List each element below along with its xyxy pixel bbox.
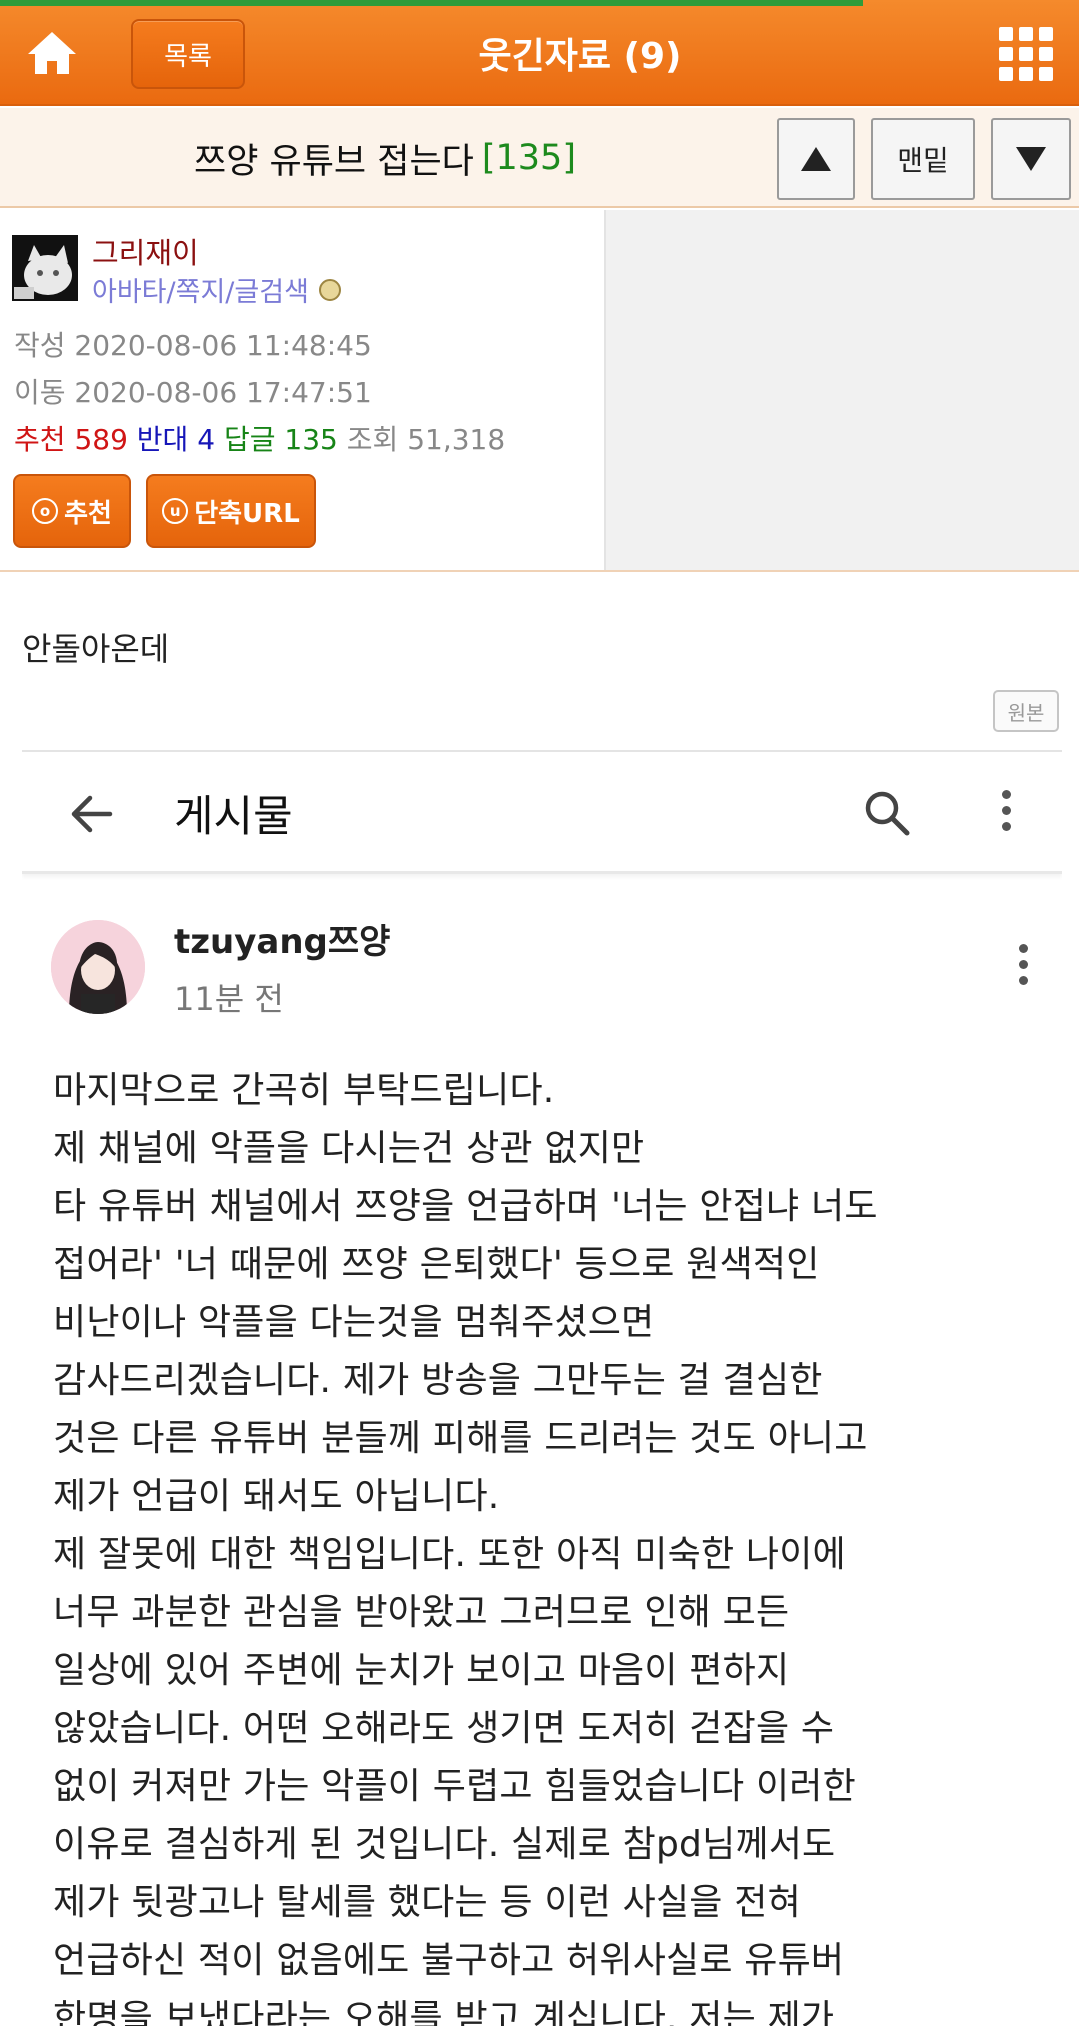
more-vert-icon <box>998 790 1014 836</box>
more-vert-icon <box>1015 944 1031 990</box>
arrow-down-icon <box>1016 147 1046 171</box>
screenshot-bar-title: 게시물 <box>174 792 293 842</box>
author-panel: 그리재이 아바타/쪽지/글검색 작성 2020-08-06 11:48:45 이… <box>0 210 1079 572</box>
read-progress-bar <box>0 0 864 6</box>
post-line: 접어라' '너 때문에 쯔양 은퇴했다' 등으로 원색적인 <box>53 1244 820 1285</box>
recommend-count: 589 <box>74 423 128 456</box>
recommend-button[interactable]: o 추천 <box>13 474 131 548</box>
home-icon[interactable] <box>26 30 78 76</box>
oppose-label: 반대 <box>136 423 189 456</box>
post-line: 제가 뒷광고나 탈세를 했다는 등 이런 사실을 전혀 <box>53 1882 801 1923</box>
post-line: 제 채널에 악플을 다시는건 상관 없지만 <box>53 1128 645 1169</box>
views-label: 조회 <box>346 423 399 456</box>
original-image-button[interactable]: 원본 <box>993 690 1059 732</box>
post-line: 비난이나 악플을 다는것을 멈춰주셨으면 <box>53 1302 655 1343</box>
post-body-text: 안돌아온데 <box>22 630 170 668</box>
channel-name: tzuyang쯔양 <box>174 922 391 962</box>
scroll-down-button[interactable] <box>991 118 1071 200</box>
top-header: 목록 웃긴자료 (9) <box>0 0 1079 106</box>
post-stats: 추천 589 반대 4 답글 135 조회 51,318 <box>14 418 505 458</box>
post-line: 것은 다른 유튜버 분들께 피해를 드리려는 것도 아니고 <box>53 1418 868 1459</box>
recommend-circle-icon: o <box>32 498 59 524</box>
author-links-text[interactable]: 아바타/쪽지/글검색 <box>92 270 309 309</box>
post-line: 않았습니다. 어떤 오해라도 생기면 도저히 걷잡을 수 <box>53 1708 835 1749</box>
post-title: 쯔양 유튜브 접는다 [135] <box>0 108 770 208</box>
url-circle-icon: u <box>162 498 189 524</box>
short-url-button-label: 단축URL <box>194 498 300 529</box>
embedded-screenshot: 게시물 tzuyang쯔양 11분 전 마지막으로 간곡히 부탁드립니다. 제 … <box>22 752 1062 2026</box>
oppose-count: 4 <box>197 423 216 456</box>
recommend-button-label: 추천 <box>64 498 112 529</box>
post-line: 없이 커져만 가는 악플이 두렵고 힘들었습니다 이러한 <box>53 1766 856 1807</box>
post-line: 제가 언급이 돼서도 아닙니다. <box>53 1476 500 1517</box>
grid-menu-icon[interactable] <box>999 27 1053 81</box>
channel-avatar <box>51 920 145 1014</box>
reply-count: [135] <box>481 138 576 178</box>
scroll-bottom-button[interactable]: 맨밑 <box>871 118 975 200</box>
post-line: 제 잘못에 대한 책임입니다. 또한 아직 미숙한 나이에 <box>53 1534 846 1575</box>
written-date: 작성 2020-08-06 11:48:45 <box>14 329 372 362</box>
board-title: 웃긴자료 (9) <box>478 36 682 77</box>
post-line: 일상에 있어 주변에 눈치가 보이고 마음이 편하지 <box>53 1650 790 1691</box>
scroll-up-button[interactable] <box>777 118 855 200</box>
screenshot-app-bar: 게시물 <box>22 752 1062 874</box>
post-title-text: 쯔양 유튜브 접는다 <box>194 141 474 182</box>
short-url-button[interactable]: u 단축URL <box>146 474 316 548</box>
post-time: 11분 전 <box>174 980 284 1018</box>
moved-date: 이동 2020-08-06 17:47:51 <box>14 376 372 409</box>
arrow-up-icon <box>801 147 831 171</box>
community-post-text: 마지막으로 간곡히 부탁드립니다. 제 채널에 악플을 다시는건 상관 없지만 … <box>53 1062 1053 2026</box>
post-line: 너무 과분한 관심을 받아왔고 그러므로 인해 모든 <box>53 1592 790 1633</box>
post-title-bar: 쯔양 유튜브 접는다 [135] 맨밑 <box>0 108 1079 208</box>
views-count: 51,318 <box>407 423 506 456</box>
post-line: 언급하신 적이 없음에도 불구하고 허위사실로 유튜버 <box>53 1940 845 1981</box>
ad-area <box>604 210 1079 570</box>
list-button[interactable]: 목록 <box>131 19 245 89</box>
post-line: 마지막으로 간곡히 부탁드립니다. <box>53 1070 555 1111</box>
author-links: 아바타/쪽지/글검색 <box>92 270 341 309</box>
post-line: 한명을 보냈다라는 오해를 받고 계십니다. 저는 제가 <box>53 1998 835 2026</box>
post-line: 이유로 결심하게 된 것입니다. 실제로 참pd님께서도 <box>53 1824 836 1865</box>
reply-label: 답글 <box>223 423 276 456</box>
post-line: 감사드리겠습니다. 제가 방송을 그만두는 걸 결심한 <box>53 1360 823 1401</box>
medal-icon <box>318 278 341 301</box>
reply-stat-count: 135 <box>284 423 338 456</box>
author-nickname[interactable]: 그리재이 <box>92 230 199 272</box>
avatar[interactable] <box>12 235 78 301</box>
recommend-label: 추천 <box>14 423 66 456</box>
back-arrow-icon <box>68 790 116 838</box>
post-line: 타 유튜버 채널에서 쯔양을 언급하며 '너는 안접냐 너도 <box>53 1186 878 1227</box>
search-icon <box>862 788 912 838</box>
